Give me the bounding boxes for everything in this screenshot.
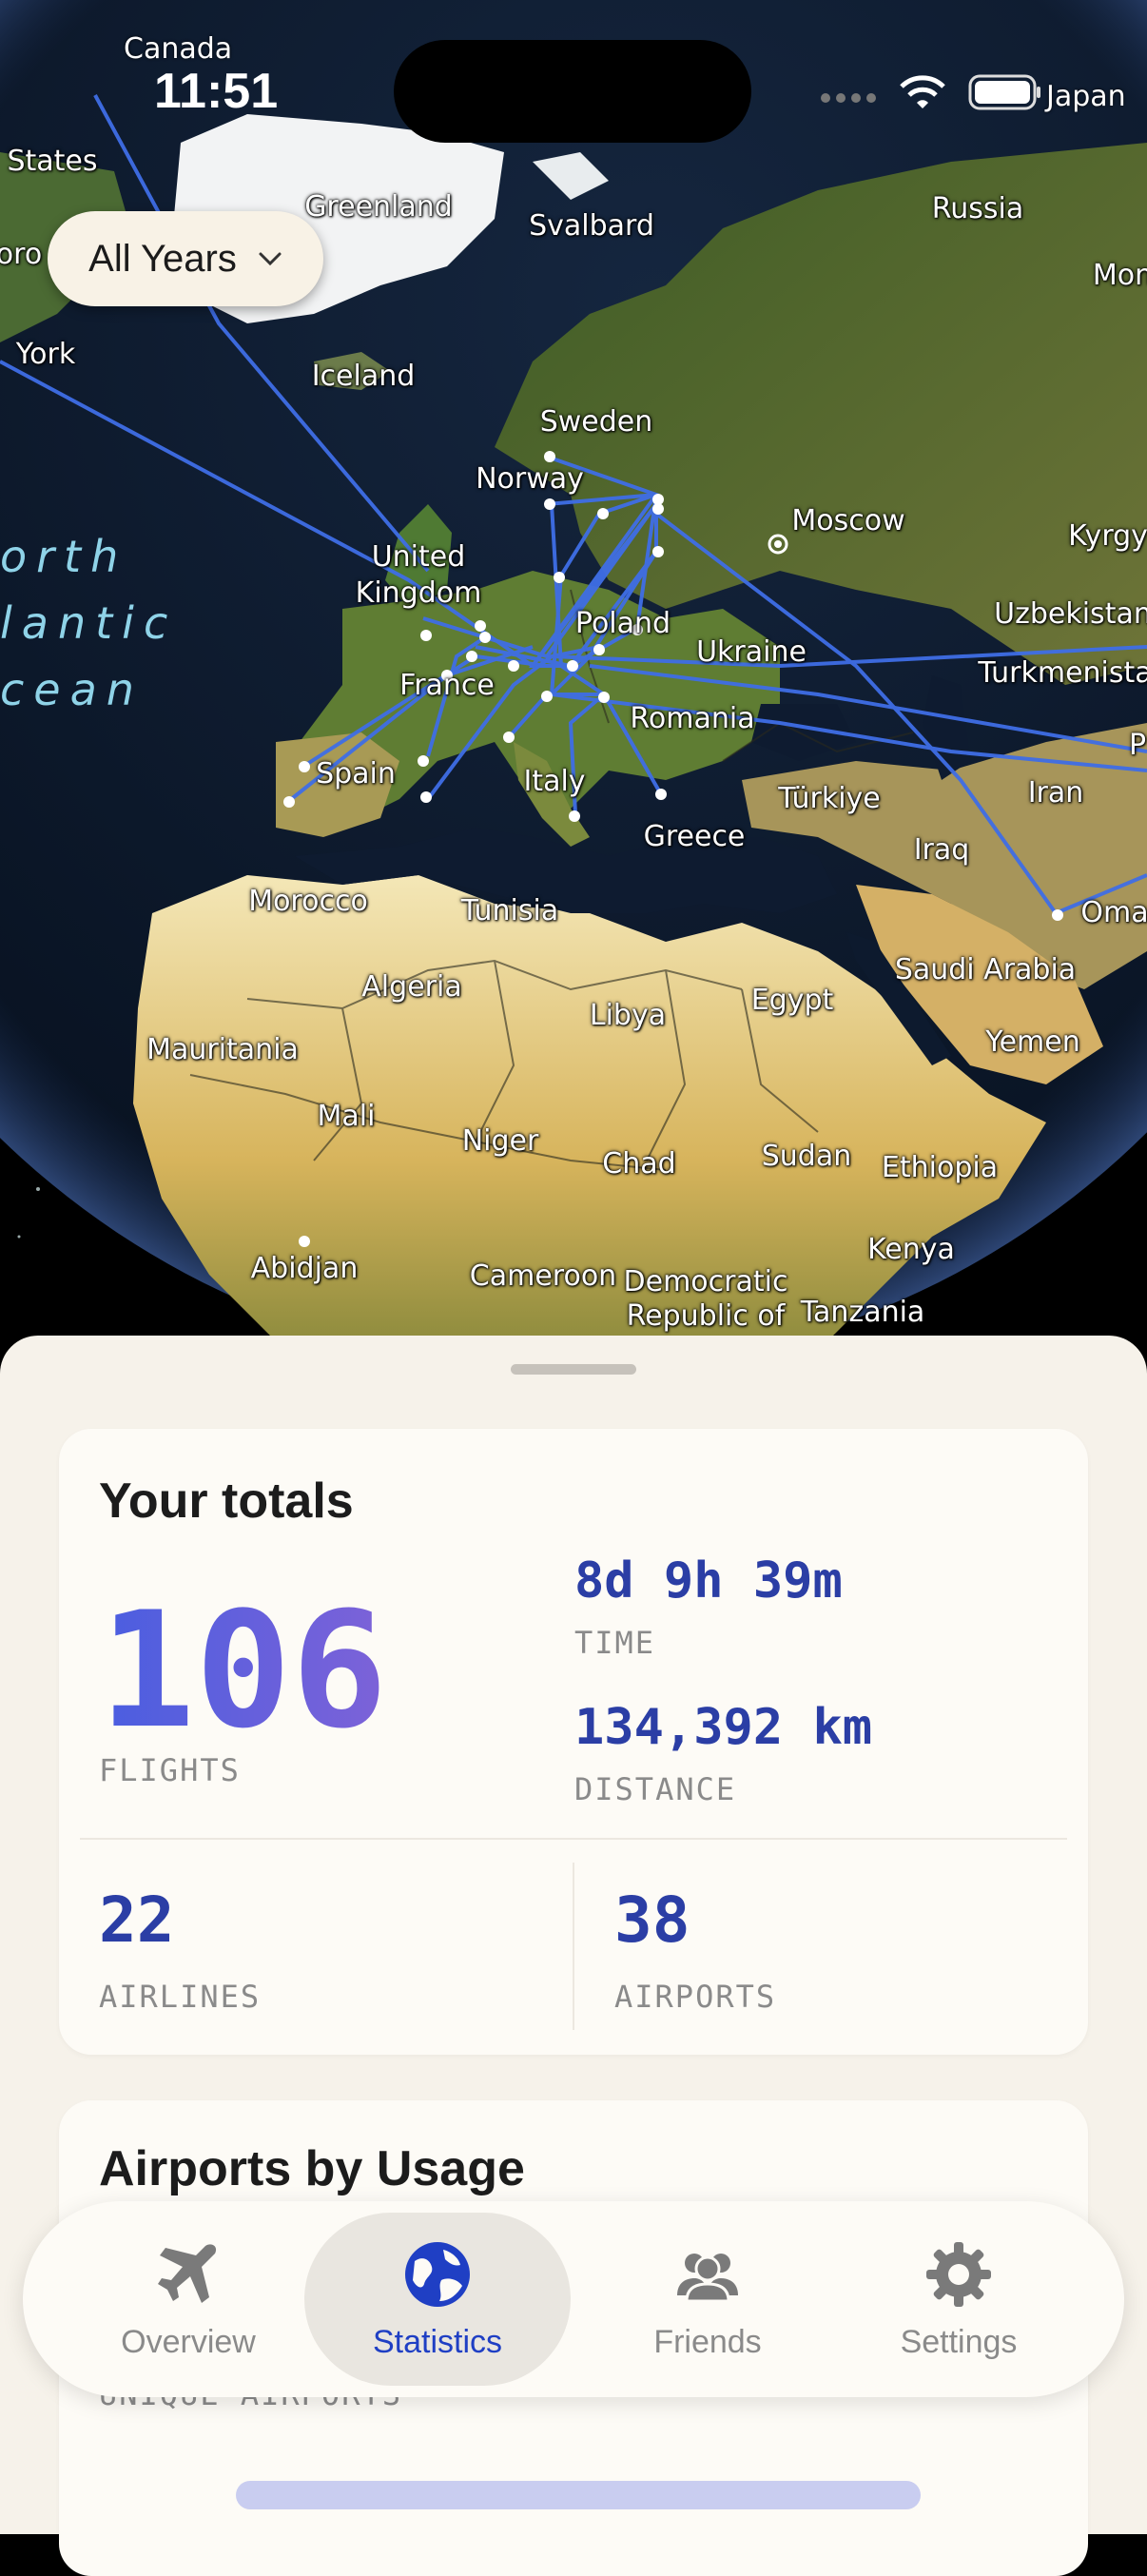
airlines-label: AIRLINES	[99, 1979, 262, 2015]
map-label: Yemen	[985, 1025, 1080, 1059]
map-label: Niger	[461, 1124, 539, 1158]
map-label: Libya	[589, 999, 667, 1032]
tab-settings[interactable]: Settings	[826, 2213, 1092, 2386]
map-label: Tunisia	[460, 894, 559, 927]
flights-count: 106	[99, 1577, 388, 1764]
map-label: Iraq	[913, 833, 970, 867]
distance-label: DISTANCE	[574, 1771, 737, 1807]
tab-overview[interactable]: Overview	[55, 2213, 321, 2386]
map-label: France	[399, 669, 495, 702]
map-label: Mauritania	[146, 1033, 299, 1066]
battery-icon	[968, 74, 1040, 110]
map-label: Democratic	[623, 1265, 788, 1298]
airplane-icon	[158, 2243, 217, 2303]
time-value: 8d 9h 39m	[574, 1552, 843, 1610]
map-label: Sudan	[761, 1140, 852, 1173]
tab-label: Friends	[653, 2323, 762, 2360]
map-label: Türkiye	[778, 782, 881, 815]
airports-label: AIRPORTS	[614, 1979, 777, 2015]
map-label: Abidjan	[250, 1252, 359, 1285]
divider	[573, 1863, 574, 2030]
totals-card: Your totals 106 FLIGHTS 8d 9h 39m TIME 1…	[59, 1429, 1088, 2055]
map-label: Spain	[316, 757, 396, 790]
map-label: Italy	[523, 765, 586, 798]
time-label: TIME	[574, 1625, 656, 1661]
map-label: Moscow	[791, 504, 905, 537]
map-label: oro	[0, 238, 43, 271]
totals-title: Your totals	[99, 1473, 354, 1529]
tab-bar: Overview Statistics Friends Settings	[23, 2201, 1124, 2397]
tab-label: Statistics	[372, 2323, 503, 2360]
airlines-count: 22	[99, 1883, 175, 1957]
map-label: Oma	[1080, 896, 1147, 929]
map-label: Republic of	[626, 1299, 786, 1333]
map-label: Mong	[1092, 259, 1147, 292]
map-label: Svalbard	[529, 209, 654, 243]
map-label: Tanzania	[800, 1296, 925, 1329]
tab-label: Overview	[121, 2323, 256, 2360]
map-label: Cameroon	[469, 1259, 617, 1293]
year-filter-button[interactable]: All Years	[48, 211, 323, 306]
status-region-right: Japan	[1046, 80, 1126, 113]
map-label: Turkmenista	[978, 656, 1147, 690]
ocean-label: orth	[0, 531, 128, 582]
map-label: States	[7, 145, 98, 178]
map-label: Egypt	[750, 984, 834, 1017]
map-label: Sweden	[539, 405, 653, 439]
ocean-label: cean	[0, 664, 144, 715]
map-label: Saudi Arabia	[894, 953, 1077, 986]
flights-label: FLIGHTS	[99, 1752, 241, 1788]
map-label: Algeria	[361, 970, 462, 1004]
dynamic-island	[394, 40, 751, 143]
status-time: 11:51	[154, 64, 279, 119]
map-label: Ethiopia	[881, 1151, 999, 1184]
map-label: United	[371, 540, 466, 574]
map-label: Greece	[643, 820, 746, 853]
map-label: Greenland	[304, 190, 453, 224]
map-label: Poland	[574, 607, 671, 640]
map-label: Iceland	[311, 360, 416, 393]
status-region-left: Canada	[124, 32, 233, 66]
map-label: Ukraine	[696, 635, 807, 669]
map-label: Iran	[1027, 776, 1084, 810]
tab-statistics[interactable]: Statistics	[304, 2213, 571, 2386]
map-label: Kingdom	[355, 576, 482, 610]
map-label: York	[15, 338, 76, 371]
sheet-grabber[interactable]	[511, 1364, 636, 1375]
map-label: Kyrgy	[1068, 519, 1147, 553]
map-label: Uzbekistan	[994, 597, 1147, 631]
wifi-icon	[900, 75, 945, 108]
map-label: Mali	[317, 1100, 376, 1133]
signal-dots-icon	[821, 93, 876, 103]
usage-bar	[236, 2481, 921, 2509]
usage-title: Airports by Usage	[99, 2141, 525, 2196]
map-label: Norway	[476, 462, 584, 496]
year-filter-label: All Years	[88, 237, 237, 280]
map-label: Kenya	[867, 1233, 955, 1266]
distance-value: 134,392 km	[574, 1699, 873, 1756]
map-label: Romania	[630, 702, 755, 735]
ocean-label: lantic	[0, 597, 178, 649]
map-label: Russia	[931, 192, 1024, 225]
tab-friends[interactable]: Friends	[574, 2213, 841, 2386]
tab-label: Settings	[900, 2323, 1018, 2360]
gear-icon	[926, 2241, 991, 2307]
map-label: P	[1128, 729, 1147, 762]
chevron-down-icon	[259, 252, 282, 266]
people-icon	[677, 2253, 738, 2302]
map-label: Chad	[602, 1147, 676, 1181]
globe-icon	[405, 2241, 470, 2307]
route-map[interactable]: States Greenland Svalbard Russia Mong Yo…	[0, 0, 1147, 1351]
map-label: Morocco	[248, 885, 368, 918]
airports-count: 38	[614, 1883, 690, 1957]
divider	[80, 1838, 1067, 1840]
